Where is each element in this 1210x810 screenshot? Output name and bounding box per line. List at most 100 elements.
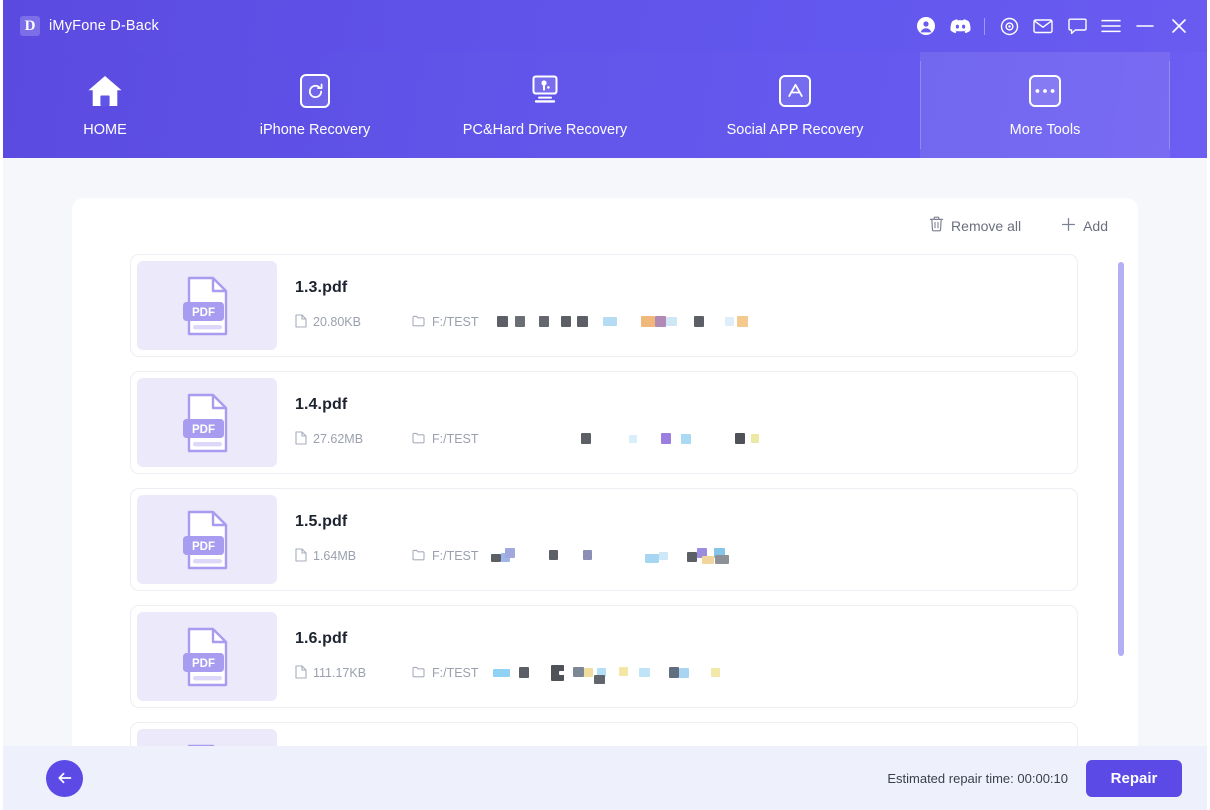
window-controls — [909, 9, 1196, 43]
control-divider — [984, 18, 985, 35]
file-panel: Remove all Add PDF — [72, 198, 1138, 746]
file-icon — [295, 431, 307, 448]
scrollbar-thumb[interactable] — [1118, 262, 1124, 656]
home-icon — [85, 72, 125, 110]
file-list-item[interactable]: PDF 1.5.pdf — [130, 488, 1078, 591]
estimated-time-label: Estimated repair time: 00:00:10 — [887, 771, 1068, 786]
file-name: 1.5.pdf — [295, 513, 779, 531]
file-list-scrollbar[interactable] — [1118, 254, 1124, 746]
repair-button[interactable]: Repair — [1086, 760, 1182, 797]
file-size: 20.80KB — [313, 315, 361, 329]
file-path-group: F:/TEST — [412, 312, 779, 332]
title-bar: D iMyFone D-Back — [0, 0, 1210, 52]
folder-icon — [412, 666, 425, 681]
add-button[interactable]: Add — [1059, 213, 1110, 239]
nav-label: iPhone Recovery — [260, 122, 370, 138]
file-size: 111.17KB — [313, 666, 366, 680]
app-window: D iMyFone D-Back — [0, 0, 1210, 810]
file-path: F:/TEST — [432, 666, 479, 680]
feedback-icon[interactable] — [1060, 9, 1094, 43]
file-size: 27.62MB — [313, 432, 363, 446]
file-path: F:/TEST — [432, 432, 479, 446]
svg-text:PDF: PDF — [192, 541, 215, 553]
nav-spacer — [1170, 52, 1210, 158]
file-name: 1.3.pdf — [295, 279, 779, 297]
monitor-key-icon — [525, 72, 565, 110]
file-list[interactable]: PDF 1.3.pdf — [130, 254, 1138, 746]
file-details: 111.17KB F:/TEST — [295, 663, 779, 683]
nav-item-iphone-recovery[interactable]: iPhone Recovery — [210, 52, 420, 158]
svg-text:PDF: PDF — [192, 307, 215, 319]
app-logo: D — [20, 16, 40, 36]
file-details: 1.64MB F:/TEST — [295, 546, 779, 566]
nav-label: More Tools — [1010, 122, 1081, 138]
remove-all-button[interactable]: Remove all — [927, 212, 1023, 239]
record-icon[interactable] — [992, 9, 1026, 43]
file-list-item[interactable]: PDF — [130, 722, 1078, 746]
redacted-path-overlay — [489, 429, 779, 449]
minimize-icon[interactable] — [1128, 9, 1162, 43]
close-icon[interactable] — [1162, 9, 1196, 43]
remove-all-label: Remove all — [951, 218, 1021, 234]
plus-icon — [1061, 217, 1076, 235]
folder-icon — [412, 549, 425, 564]
file-path: F:/TEST — [432, 549, 479, 563]
nav-item-social-app-recovery[interactable]: Social APP Recovery — [670, 52, 920, 158]
file-size-group: 27.62MB — [295, 431, 412, 448]
phone-refresh-icon — [300, 72, 330, 110]
back-button[interactable] — [46, 760, 83, 797]
brand: D iMyFone D-Back — [20, 16, 159, 36]
file-icon — [295, 314, 307, 331]
redacted-path-overlay — [489, 546, 779, 566]
account-icon[interactable] — [909, 9, 943, 43]
file-details: 27.62MB F:/TEST — [295, 429, 779, 449]
pdf-thumbnail: PDF — [137, 612, 277, 701]
file-info: 1.4.pdf 27.62MB — [295, 396, 779, 449]
main-navigation: HOME iPhone Recovery — [0, 52, 1210, 158]
add-label: Add — [1083, 218, 1108, 234]
svg-text:PDF: PDF — [192, 658, 215, 670]
file-name: 1.6.pdf — [295, 630, 779, 648]
panel-toolbar: Remove all Add — [927, 212, 1110, 239]
arrow-left-icon — [56, 770, 74, 786]
discord-icon[interactable] — [943, 9, 977, 43]
nav-item-more-tools[interactable]: More Tools — [920, 52, 1170, 158]
ellipsis-icon — [1029, 72, 1061, 110]
file-size-group: 20.80KB — [295, 314, 412, 331]
file-path-group: F:/TEST — [412, 546, 779, 566]
nav-label: HOME — [83, 122, 127, 138]
app-title: iMyFone D-Back — [49, 18, 159, 34]
mail-icon[interactable] — [1026, 9, 1060, 43]
file-icon — [295, 665, 307, 682]
nav-label: PC&Hard Drive Recovery — [463, 122, 627, 138]
redacted-path-overlay — [489, 312, 779, 332]
menu-icon[interactable] — [1094, 9, 1128, 43]
footer-bar: Estimated repair time: 00:00:10 Repair — [0, 746, 1210, 810]
file-list-item[interactable]: PDF 1.6.pdf — [130, 605, 1078, 708]
file-list-item[interactable]: PDF 1.3.pdf — [130, 254, 1078, 357]
pdf-thumbnail: PDF — [137, 261, 277, 350]
folder-icon — [412, 315, 425, 330]
nav-item-home[interactable]: HOME — [0, 52, 210, 158]
file-size-group: 1.64MB — [295, 548, 412, 565]
nav-item-pc-hard-drive-recovery[interactable]: PC&Hard Drive Recovery — [420, 52, 670, 158]
file-path-group: F:/TEST — [412, 663, 779, 683]
pdf-thumbnail: PDF — [137, 378, 277, 467]
trash-icon — [929, 216, 944, 235]
folder-icon — [412, 432, 425, 447]
pdf-thumbnail: PDF — [137, 729, 277, 746]
file-icon — [295, 548, 307, 565]
nav-label: Social APP Recovery — [727, 122, 864, 138]
app-store-icon — [779, 72, 811, 110]
window-edge-left — [0, 0, 3, 810]
file-path: F:/TEST — [432, 315, 479, 329]
redacted-path-overlay — [489, 663, 779, 683]
file-info: 1.5.pdf 1.64MB — [295, 513, 779, 566]
file-info: 1.3.pdf 20.80KB — [295, 279, 779, 332]
file-info: 1.6.pdf 111.17KB — [295, 630, 779, 683]
file-list-item[interactable]: PDF 1.4.pdf — [130, 371, 1078, 474]
file-size-group: 111.17KB — [295, 665, 412, 682]
svg-text:PDF: PDF — [192, 424, 215, 436]
file-size: 1.64MB — [313, 549, 356, 563]
file-details: 20.80KB F:/TEST — [295, 312, 779, 332]
